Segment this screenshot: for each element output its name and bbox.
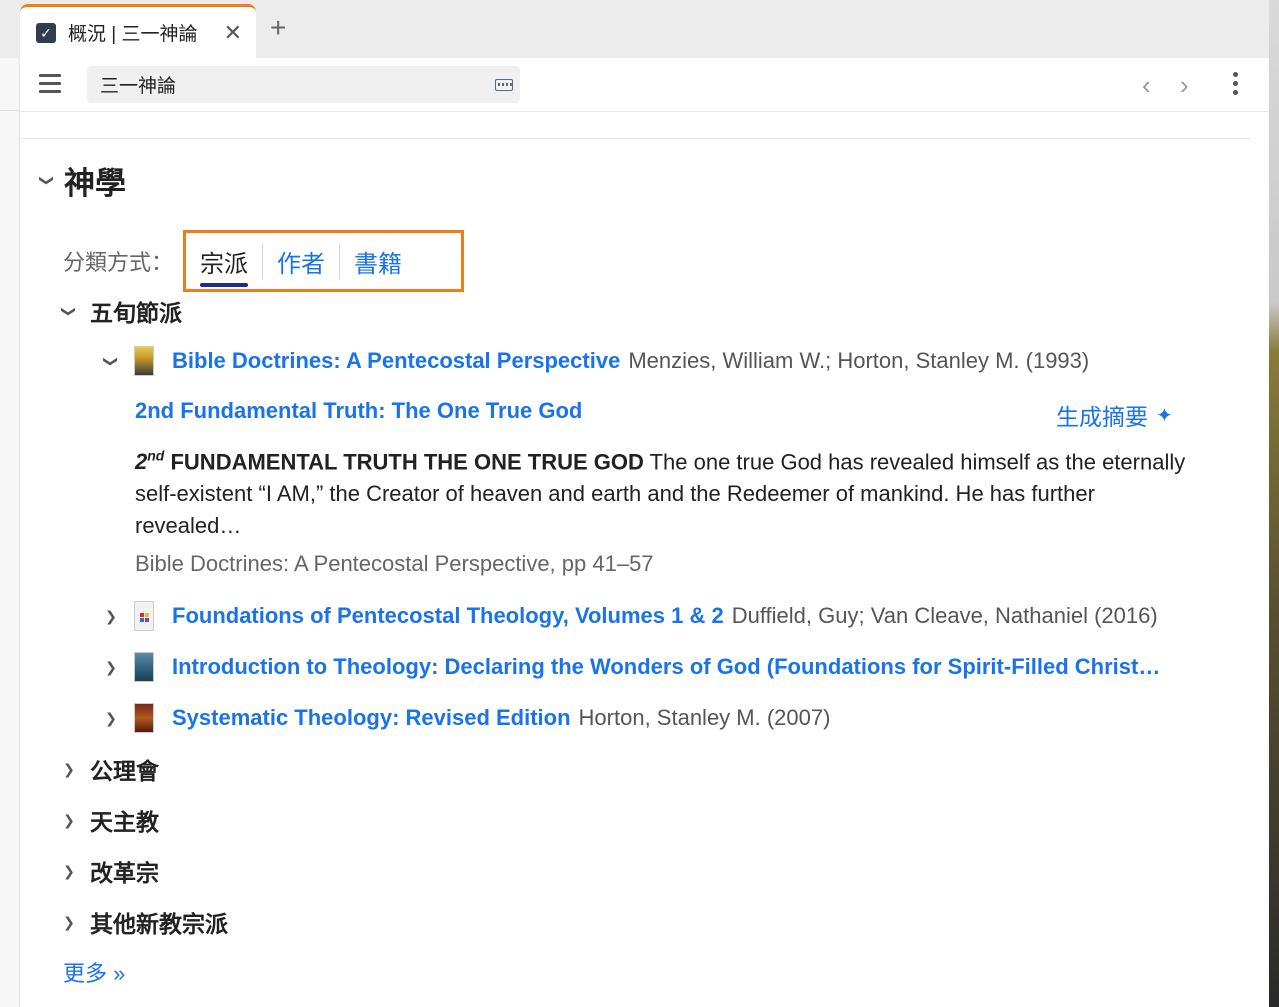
- section-title: 神學: [64, 166, 126, 201]
- chevron-right-icon[interactable]: ❯: [102, 608, 120, 625]
- left-sidebar-edge: [0, 58, 20, 1007]
- section-divider: [20, 138, 1251, 139]
- chevron-down-icon[interactable]: ❯: [61, 302, 78, 320]
- book-title-link[interactable]: Foundations of Pentecostal Theology, Vol…: [172, 603, 724, 629]
- book-row[interactable]: ❯ Introduction to Theology: Declaring th…: [102, 652, 1160, 682]
- group-other-protestant[interactable]: ❯ 其他新教宗派: [60, 905, 228, 939]
- hamburger-icon[interactable]: [39, 74, 61, 94]
- back-button[interactable]: ‹: [1142, 72, 1151, 98]
- excerpt-heading: FUNDAMENTAL TRUTH THE ONE TRUE GOD: [170, 449, 644, 475]
- group-reformed[interactable]: ❯ 改革宗: [60, 854, 159, 888]
- book-meta: Menzies, William W.; Horton, Stanley M. …: [628, 348, 1090, 373]
- classify-option-book[interactable]: 書籍: [339, 243, 416, 279]
- generate-summary-label: 生成摘要: [1056, 404, 1148, 430]
- book-meta: Horton, Stanley M. (2007): [578, 705, 831, 730]
- classify-segmented: 宗派 作者 書籍: [183, 230, 465, 292]
- excerpt-ordinal: 2nd: [135, 448, 165, 475]
- new-tab-button[interactable]: +: [270, 14, 286, 42]
- book-cover-icon: [134, 346, 154, 376]
- chevron-right-icon[interactable]: ❯: [60, 812, 78, 829]
- classify-label: 分類方式：: [63, 250, 174, 275]
- article-title-link[interactable]: 2nd Fundamental Truth: The One True God: [135, 398, 582, 424]
- group-label: 公理會: [90, 758, 159, 784]
- group-label: 五旬節派: [90, 300, 182, 326]
- book-title-link[interactable]: Bible Doctrines: A Pentecostal Perspecti…: [172, 348, 620, 374]
- chevron-down-icon[interactable]: ❯: [103, 352, 120, 370]
- book-cover-icon: [134, 703, 154, 733]
- tab-bar: ✓ 概況 | 三一神論 ✕ +: [0, 0, 1269, 58]
- chevron-right-icon[interactable]: ❯: [60, 761, 78, 778]
- chevron-right-icon[interactable]: ❯: [102, 710, 120, 727]
- panel-toolbar: 三一神論 ‹ ›: [20, 58, 1269, 112]
- chevron-right-icon[interactable]: ❯: [60, 863, 78, 880]
- chevron-right-icon[interactable]: ❯: [60, 914, 78, 931]
- book-row[interactable]: ❯ Systematic Theology: Revised Edition H…: [102, 703, 830, 733]
- book-cover-icon: [134, 652, 154, 682]
- article-excerpt: 2nd FUNDAMENTAL TRUTH THE ONE TRUE GOD T…: [135, 440, 1205, 542]
- search-value[interactable]: 三一神論: [100, 71, 495, 98]
- forward-button[interactable]: ›: [1180, 72, 1189, 98]
- book-title-link[interactable]: Systematic Theology: Revised Edition: [172, 705, 571, 731]
- book-row[interactable]: ❯ Bible Doctrines: A Pentecostal Perspec…: [102, 346, 1089, 376]
- keyboard-icon[interactable]: [495, 78, 513, 91]
- guide-panel: 三一神論 ‹ › ❯ 神學 分類方式： 宗派 作者 書籍 ❯ 五旬節派 ❯ Bi…: [20, 58, 1269, 1007]
- left-edge-divider: [0, 110, 20, 111]
- checkbox-icon: ✓: [36, 22, 56, 43]
- book-meta: Duffield, Guy; Van Cleave, Nathaniel (20…: [731, 603, 1158, 628]
- desktop-background-strip: [1269, 0, 1279, 1007]
- chevron-down-icon[interactable]: ❯: [39, 172, 56, 190]
- classify-option-author[interactable]: 作者: [262, 243, 339, 279]
- more-options-icon[interactable]: [1233, 72, 1239, 98]
- book-cover-icon: [134, 601, 154, 631]
- sparkle-icon: ✦: [1156, 404, 1173, 427]
- excerpt-source: Bible Doctrines: A Pentecostal Perspecti…: [135, 551, 654, 576]
- group-label: 改革宗: [90, 860, 159, 886]
- group-label: 天主教: [90, 809, 159, 835]
- more-link[interactable]: 更多 »: [63, 956, 125, 988]
- search-input[interactable]: 三一神論: [87, 66, 520, 103]
- close-icon[interactable]: ✕: [224, 20, 242, 46]
- group-pentecostal[interactable]: ❯ 五旬節派: [60, 294, 183, 328]
- classify-control: 分類方式： 宗派 作者 書籍: [63, 230, 465, 292]
- section-header[interactable]: ❯ 神學: [38, 158, 127, 203]
- tab-title: 概況 | 三一神論: [68, 24, 198, 45]
- group-catholic[interactable]: ❯ 天主教: [60, 803, 159, 837]
- classify-option-denomination[interactable]: 宗派: [200, 244, 262, 287]
- generate-summary-button[interactable]: 生成摘要 ✦: [1056, 398, 1173, 432]
- group-label: 其他新教宗派: [90, 911, 228, 937]
- group-congregational[interactable]: ❯ 公理會: [60, 752, 159, 786]
- chevron-right-icon[interactable]: ❯: [102, 659, 120, 676]
- book-row[interactable]: ❯ Foundations of Pentecostal Theology, V…: [102, 601, 1158, 631]
- book-title-link[interactable]: Introduction to Theology: Declaring the …: [172, 654, 1160, 680]
- tab-overview[interactable]: ✓ 概況 | 三一神論 ✕: [20, 4, 256, 58]
